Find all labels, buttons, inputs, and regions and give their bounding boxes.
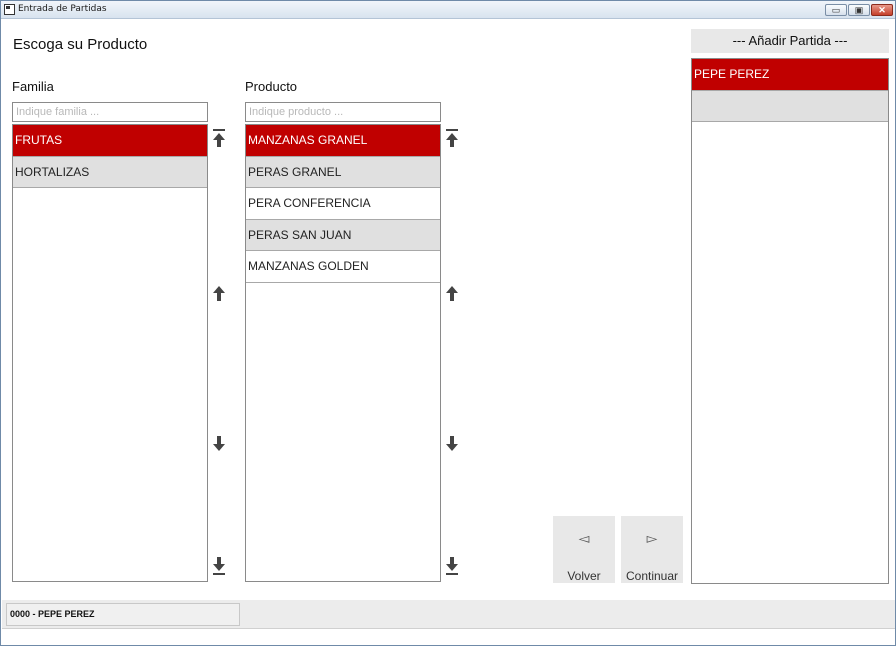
producto-item[interactable]: PERA CONFERENCIA [246,188,440,220]
continuar-label: Continuar [625,569,679,583]
continuar-button[interactable]: ▻ Continuar [621,516,683,583]
add-partida-header[interactable]: --- Añadir Partida --- [691,29,889,53]
scroll-up-icon[interactable] [212,284,226,304]
maximize-button[interactable]: ▣ [848,4,870,16]
page-title: Escoga su Producto [13,36,148,53]
window-title: Entrada de Partidas [18,4,107,14]
familia-filter-input[interactable] [12,102,208,122]
app-icon [4,4,15,15]
producto-item[interactable]: MANZANAS GRANEL [246,125,440,157]
title-bar: Entrada de Partidas ▭ ▣ ✕ [1,1,895,19]
scroll-down-icon[interactable] [445,433,459,453]
producto-item[interactable]: PERAS SAN JUAN [246,219,440,252]
familia-label: Familia [12,79,54,94]
partida-list[interactable]: PEPE PEREZ [691,58,889,584]
scroll-down-icon[interactable] [212,433,226,453]
producto-item[interactable]: MANZANAS GOLDEN [246,251,440,283]
producto-item[interactable]: PERAS GRANEL [246,156,440,189]
producto-label: Producto [245,79,298,94]
scroll-bottom-icon[interactable] [445,556,459,576]
back-arrow-icon: ◅ [578,530,590,546]
familia-item[interactable]: HORTALIZAS [13,156,207,189]
forward-arrow-icon: ▻ [646,530,658,546]
volver-label: Volver [567,569,601,583]
scroll-top-icon[interactable] [212,128,226,148]
producto-filter-input[interactable] [245,102,441,122]
app-window: Entrada de Partidas ▭ ▣ ✕ Escoga su Prod… [0,0,896,646]
status-bar: 0000 - PEPE PEREZ [2,600,895,628]
partida-item[interactable] [692,90,888,123]
volver-button[interactable]: ◅ Volver [553,516,615,583]
familia-list[interactable]: FRUTAS HORTALIZAS [12,124,208,582]
main-content: Escoga su Producto Familia FRUTAS HORTAL… [2,20,895,600]
bottom-edge [2,628,895,645]
scroll-bottom-icon[interactable] [212,556,226,576]
minimize-button[interactable]: ▭ [825,4,847,16]
close-button[interactable]: ✕ [871,4,893,16]
scroll-top-icon[interactable] [445,128,459,148]
scroll-up-icon[interactable] [445,284,459,304]
producto-list[interactable]: MANZANAS GRANEL PERAS GRANEL PERA CONFER… [245,124,441,582]
partida-item[interactable]: PEPE PEREZ [692,59,888,91]
status-user: 0000 - PEPE PEREZ [6,603,240,626]
familia-item[interactable]: FRUTAS [13,125,207,157]
